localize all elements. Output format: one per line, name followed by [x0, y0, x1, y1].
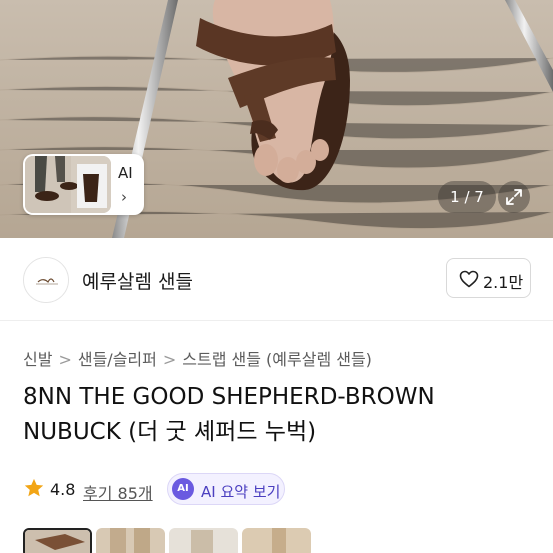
- gallery-thumb[interactable]: [96, 528, 165, 553]
- ai-summary-label: AI 요약 보기: [201, 483, 281, 501]
- gallery-thumb[interactable]: [169, 528, 238, 553]
- heart-outline-icon: [459, 270, 479, 288]
- store-row: 예루살렘 샌들 2.1만: [0, 238, 553, 320]
- breadcrumb-separator: >: [162, 350, 177, 369]
- breadcrumb-item-sandals-slippers[interactable]: 샌들/슬리퍼: [78, 350, 157, 369]
- product-hero-image[interactable]: AI › 1 / 7: [0, 0, 553, 238]
- store-logo[interactable]: [23, 257, 69, 303]
- gallery-thumb[interactable]: [23, 528, 92, 553]
- gallery-thumb[interactable]: [242, 528, 311, 553]
- rating-value: 4.8: [50, 480, 76, 499]
- image-counter: 1 / 7: [438, 181, 496, 213]
- product-title: 8NN THE GOOD SHEPHERD-BROWN NUBUCK (더 굿 …: [23, 384, 435, 445]
- store-name[interactable]: 예루살렘 샌들: [82, 267, 193, 294]
- like-count: 2.1만: [483, 273, 524, 292]
- reviews-link[interactable]: 후기 85개: [83, 480, 153, 504]
- thumbnail-image: [25, 156, 111, 213]
- ai-summary-button[interactable]: AI AI 요약 보기: [167, 473, 285, 505]
- breadcrumb-separator: >: [58, 350, 72, 369]
- breadcrumb-item-strap-sandals[interactable]: 스트랩 샌들 (예루살렘 샌들): [182, 350, 372, 369]
- ai-label: AI: [118, 164, 133, 182]
- breadcrumb-item-shoes[interactable]: 신발: [23, 350, 52, 369]
- star-icon: [24, 478, 44, 497]
- expand-button[interactable]: [498, 181, 530, 213]
- expand-icon: [506, 189, 522, 205]
- ai-badge-icon: AI: [172, 478, 194, 500]
- like-button[interactable]: 2.1만: [446, 258, 531, 298]
- section-divider: [0, 320, 553, 321]
- chevron-right-icon: ›: [121, 188, 127, 206]
- breadcrumb: 신발 > 샌들/슬리퍼 > 스트랩 샌들 (예루살렘 샌들): [23, 346, 372, 370]
- ai-thumbnail-card[interactable]: AI ›: [23, 154, 144, 215]
